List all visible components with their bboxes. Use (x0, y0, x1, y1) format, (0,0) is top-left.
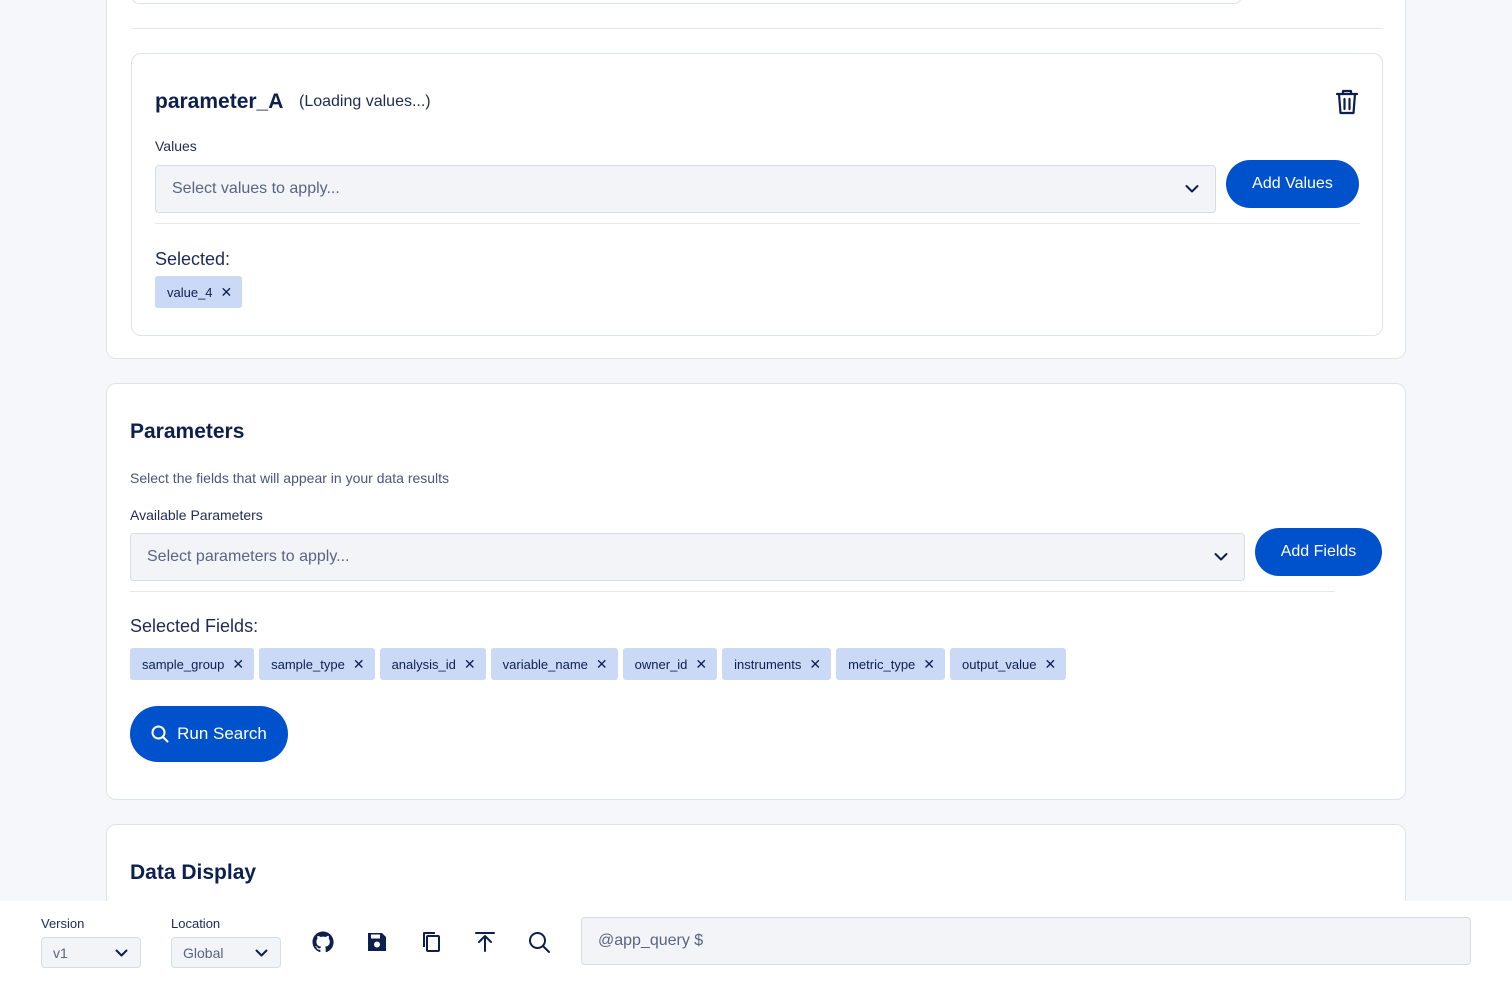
location-select[interactable]: Global (171, 937, 281, 968)
query-placeholder: @app_query $ (598, 932, 704, 949)
parameters-select[interactable]: Select parameters to apply... (130, 533, 1245, 581)
search-icon (151, 725, 169, 743)
location-label: Location (171, 916, 221, 931)
parameters-description: Select the fields that will appear in yo… (130, 470, 450, 486)
remove-chip-icon[interactable]: ✕ (1044, 656, 1056, 673)
filter-card: parameter_A (Loading values...) Values S… (106, 0, 1406, 359)
values-label: Values (155, 138, 197, 154)
version-value: v1 (53, 944, 68, 961)
remove-chip-icon[interactable]: ✕ (353, 656, 365, 673)
field-chip: sample_group ✕ (130, 648, 255, 680)
run-search-label: Run Search (177, 724, 267, 743)
value-chip: value_4 ✕ (155, 276, 243, 308)
version-select[interactable]: v1 (41, 937, 141, 968)
remove-chip-icon[interactable]: ✕ (596, 656, 608, 673)
remove-chip-icon[interactable]: ✕ (464, 656, 476, 673)
chip-label: analysis_id (391, 656, 456, 672)
trash-icon[interactable] (1334, 88, 1360, 116)
divider (131, 28, 1383, 29)
parameters-select-placeholder: Select parameters to apply... (147, 548, 350, 565)
bottom-toolbar: Version v1 Location Global @app_query $ (0, 901, 1512, 982)
selected-fields-list: sample_group ✕ sample_type ✕ analysis_id ✕ … (130, 648, 1067, 680)
previous-input-stub (131, 0, 1242, 4)
remove-chip-icon[interactable]: ✕ (221, 284, 233, 301)
chip-label: sample_type (271, 656, 345, 672)
add-values-button[interactable]: Add Values (1226, 160, 1359, 208)
chip-label: output_value (962, 656, 1037, 672)
available-parameters-label: Available Parameters (130, 507, 263, 523)
field-chip: variable_name ✕ (490, 648, 618, 680)
field-chip: instruments ✕ (722, 648, 832, 680)
github-icon[interactable] (311, 930, 335, 954)
parameter-name: parameter_A (155, 90, 284, 113)
field-chip: metric_type ✕ (836, 648, 946, 680)
parameters-card: Parameters Select the fields that will a… (106, 383, 1406, 800)
chip-label: instruments (734, 656, 802, 672)
run-search-button[interactable]: Run Search (130, 706, 288, 762)
chip-label: owner_id (634, 656, 688, 672)
field-chip: owner_id ✕ (622, 648, 718, 680)
parameters-title: Parameters (130, 420, 245, 443)
add-fields-button[interactable]: Add Fields (1255, 528, 1382, 576)
selected-fields-label: Selected Fields: (130, 616, 259, 636)
upload-icon[interactable] (473, 930, 497, 954)
field-chip: analysis_id ✕ (379, 648, 486, 680)
divider (155, 223, 1360, 224)
values-select[interactable]: Select values to apply... (155, 165, 1216, 213)
chip-label: value_4 (167, 284, 213, 300)
data-display-title: Data Display (130, 861, 257, 884)
query-input[interactable]: @app_query $ (581, 917, 1471, 965)
chip-label: sample_group (142, 656, 225, 672)
chevron-down-icon (1214, 553, 1228, 561)
remove-chip-icon[interactable]: ✕ (923, 656, 935, 673)
remove-chip-icon[interactable]: ✕ (232, 656, 244, 673)
remove-chip-icon[interactable]: ✕ (695, 656, 707, 673)
field-chip: output_value ✕ (950, 648, 1067, 680)
divider (130, 591, 1335, 592)
chevron-down-icon (1185, 185, 1199, 193)
selected-values-list: value_4 ✕ (155, 276, 243, 308)
chevron-down-icon (115, 949, 128, 956)
copy-icon[interactable] (419, 930, 443, 954)
search-icon[interactable] (527, 930, 551, 954)
version-label: Version (41, 916, 85, 931)
chip-label: metric_type (848, 656, 916, 672)
field-chip: sample_type ✕ (259, 648, 375, 680)
parameter-status: (Loading values...) (299, 93, 431, 110)
chip-label: variable_name (502, 656, 588, 672)
remove-chip-icon[interactable]: ✕ (809, 656, 821, 673)
parameter-card: parameter_A (Loading values...) Values S… (131, 53, 1383, 336)
save-icon[interactable] (365, 930, 389, 954)
chevron-down-icon (255, 949, 268, 956)
location-value: Global (183, 944, 224, 961)
selected-label: Selected: (155, 249, 231, 269)
values-select-placeholder: Select values to apply... (172, 180, 340, 197)
